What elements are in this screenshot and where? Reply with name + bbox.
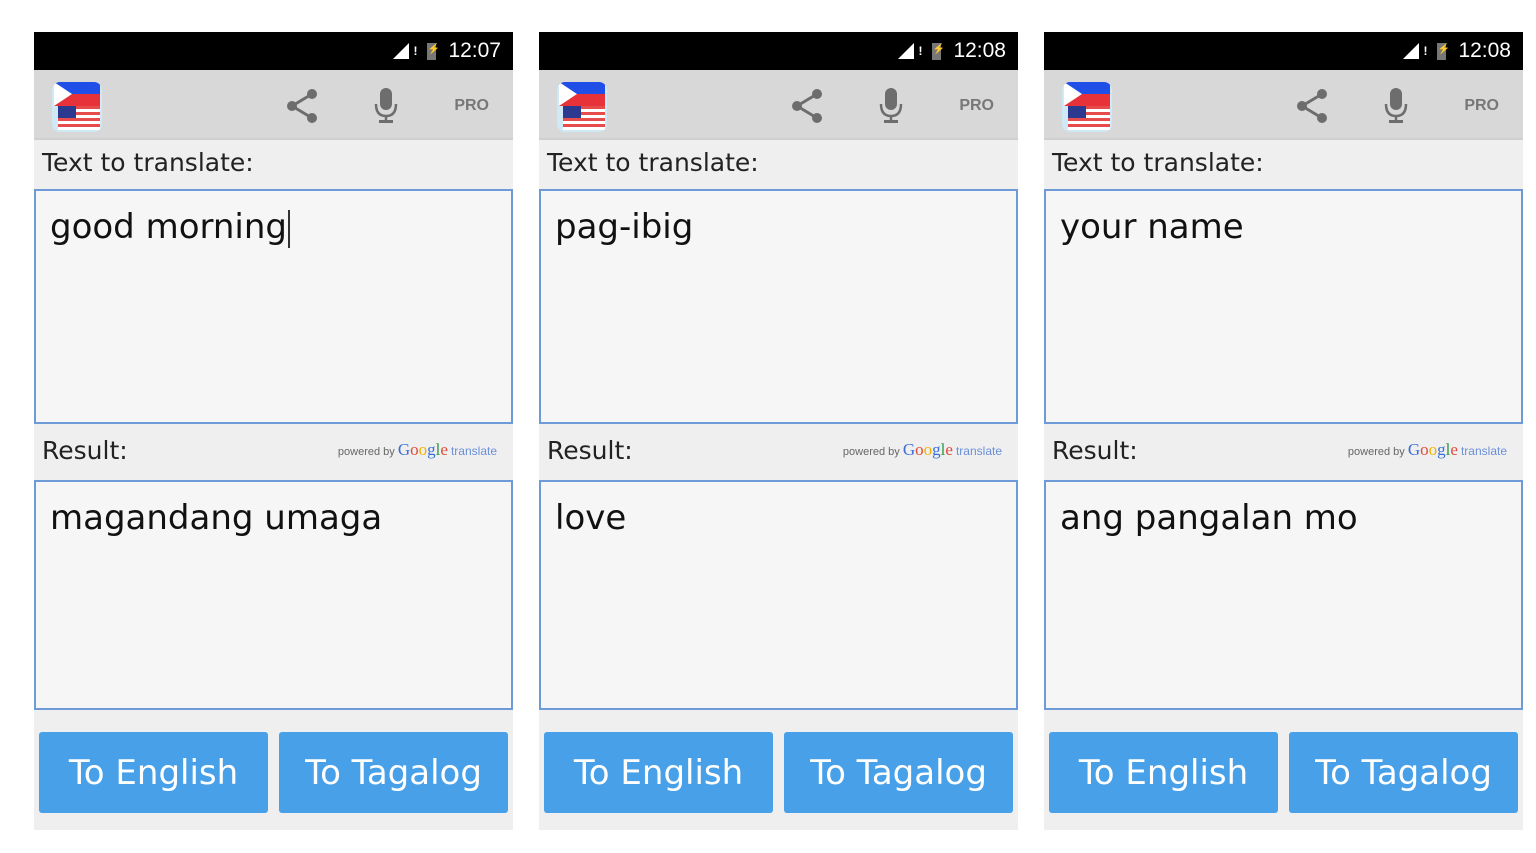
status-time: 12:08: [1458, 39, 1511, 62]
status-time: 12:07: [448, 39, 501, 62]
pro-button[interactable]: PRO: [454, 97, 489, 115]
microphone-icon[interactable]: [1384, 88, 1408, 128]
app-toolbar: PRO: [1044, 70, 1523, 140]
battery-charging-icon: [1437, 42, 1450, 60]
share-icon[interactable]: [789, 88, 825, 128]
text-caret: [288, 209, 291, 248]
phone-screen: ! 12:07 PRO Text to translate: good morn…: [34, 32, 513, 830]
input-text: pag-ibig: [555, 207, 694, 247]
signal-warning-icon: !: [1423, 44, 1428, 58]
text-input[interactable]: your name: [1044, 189, 1523, 424]
phone-screen: ! 12:08 PRO Text to translate: pag-ibig …: [539, 32, 1018, 830]
signal-icon: [898, 43, 915, 59]
powered-by-google-translate: powered by Google translate: [842, 440, 1002, 459]
microphone-icon[interactable]: [879, 88, 903, 128]
result-output[interactable]: love: [539, 480, 1018, 710]
signal-warning-icon: !: [413, 44, 418, 58]
signal-warning-icon: !: [918, 44, 923, 58]
app-toolbar: PRO: [34, 70, 513, 140]
app-logo-flags-icon: [557, 82, 607, 132]
google-logo: Google: [397, 440, 448, 459]
powered-by-google-translate: powered by Google translate: [337, 440, 497, 459]
to-tagalog-button[interactable]: To Tagalog: [784, 732, 1013, 813]
status-time: 12:08: [953, 39, 1006, 62]
text-to-translate-label: Text to translate:: [1052, 148, 1264, 177]
to-english-button[interactable]: To English: [39, 732, 268, 813]
to-english-button[interactable]: To English: [1049, 732, 1278, 813]
result-label: Result:: [42, 436, 128, 465]
to-tagalog-button[interactable]: To Tagalog: [279, 732, 508, 813]
text-input[interactable]: pag-ibig: [539, 189, 1018, 424]
share-icon[interactable]: [1294, 88, 1330, 128]
battery-charging-icon: [427, 42, 440, 60]
result-label: Result:: [1052, 436, 1138, 465]
result-output[interactable]: magandang umaga: [34, 480, 513, 710]
app-logo-flags-icon: [1062, 82, 1112, 132]
google-logo: Google: [902, 440, 953, 459]
powered-by-google-translate: powered by Google translate: [1347, 440, 1507, 459]
result-output[interactable]: ang pangalan mo: [1044, 480, 1523, 710]
battery-charging-icon: [932, 42, 945, 60]
signal-icon: [1403, 43, 1420, 59]
text-to-translate-label: Text to translate:: [42, 148, 254, 177]
input-text: good morning: [50, 207, 288, 247]
status-bar: ! 12:08: [1044, 32, 1523, 70]
pro-button[interactable]: PRO: [959, 97, 994, 115]
status-bar: ! 12:07: [34, 32, 513, 70]
result-label: Result:: [547, 436, 633, 465]
share-icon[interactable]: [284, 88, 320, 128]
status-bar: ! 12:08: [539, 32, 1018, 70]
google-logo: Google: [1407, 440, 1458, 459]
signal-icon: [393, 43, 410, 59]
app-toolbar: PRO: [539, 70, 1018, 140]
microphone-icon[interactable]: [374, 88, 398, 128]
to-tagalog-button[interactable]: To Tagalog: [1289, 732, 1518, 813]
pro-button[interactable]: PRO: [1464, 97, 1499, 115]
to-english-button[interactable]: To English: [544, 732, 773, 813]
input-text: your name: [1060, 207, 1244, 247]
text-to-translate-label: Text to translate:: [547, 148, 759, 177]
text-input[interactable]: good morning: [34, 189, 513, 424]
app-logo-flags-icon: [52, 82, 102, 132]
phone-screen: ! 12:08 PRO Text to translate: your name…: [1044, 32, 1523, 830]
